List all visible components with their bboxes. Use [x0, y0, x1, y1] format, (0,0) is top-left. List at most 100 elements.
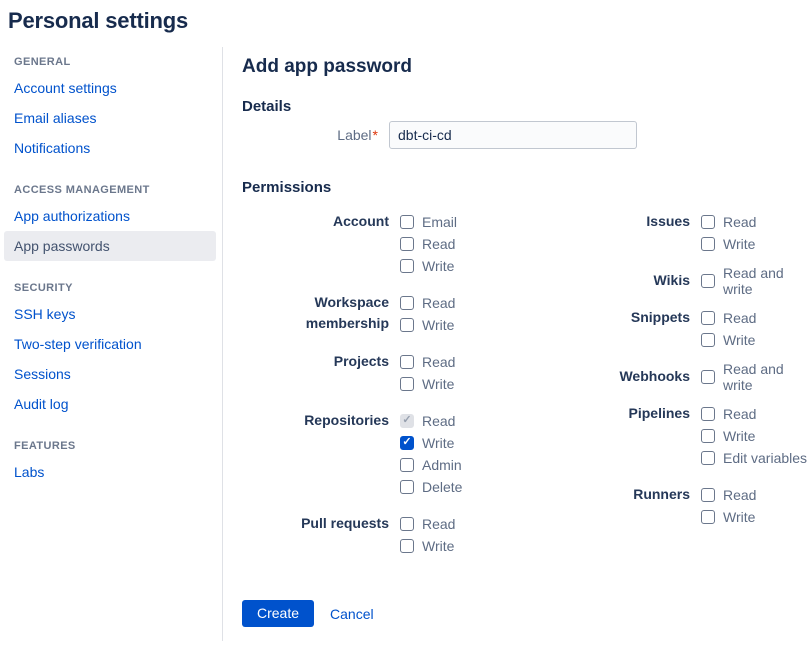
- checkbox-label: Delete: [422, 479, 462, 495]
- permission-account-email[interactable]: Email: [400, 211, 457, 232]
- checkbox-unchecked-icon[interactable]: [701, 407, 715, 421]
- checkbox-label: Read: [723, 487, 756, 503]
- checkbox-unchecked-icon[interactable]: [400, 377, 414, 391]
- permission-group-pipelines: PipelinesReadWriteEdit variables: [560, 403, 808, 469]
- checkbox-unchecked-icon[interactable]: [701, 370, 715, 384]
- checkbox-unchecked-icon[interactable]: [400, 215, 414, 229]
- permission-account-read[interactable]: Read: [400, 233, 457, 254]
- checkbox-label: Write: [422, 317, 454, 333]
- sidebar-item-email-aliases[interactable]: Email aliases: [4, 103, 216, 133]
- permissions-right-column: IssuesReadWriteWikisRead and writeSnippe…: [560, 211, 808, 572]
- permission-pull-requests-read[interactable]: Read: [400, 513, 455, 534]
- permission-workspace-membership-read[interactable]: Read: [400, 292, 455, 313]
- sidebar-item-two-step-verification[interactable]: Two-step verification: [4, 329, 216, 359]
- checkbox-label: Write: [723, 236, 755, 252]
- checkbox-unchecked-icon[interactable]: [400, 458, 414, 472]
- permission-pipelines-read[interactable]: Read: [701, 403, 807, 424]
- permission-pull-requests-write[interactable]: Write: [400, 535, 455, 556]
- permission-pipelines-write[interactable]: Write: [701, 425, 807, 446]
- checkbox-label: Read: [422, 413, 455, 429]
- permission-repositories-write[interactable]: ✓Write: [400, 432, 462, 453]
- permission-projects-write[interactable]: Write: [400, 373, 455, 394]
- checkbox-label: Write: [723, 509, 755, 525]
- checkbox-label: Read and write: [723, 265, 808, 297]
- permission-group-items: Read Write: [701, 484, 756, 528]
- permission-webhooks-read-and-write[interactable]: Read and write: [701, 366, 808, 387]
- permission-snippets-write[interactable]: Write: [701, 329, 756, 350]
- checkbox-unchecked-icon[interactable]: [701, 333, 715, 347]
- label-input[interactable]: [389, 121, 637, 149]
- permission-pipelines-edit-variables[interactable]: Edit variables: [701, 447, 807, 468]
- permission-group-label-pull-requests: Pull requests: [242, 513, 389, 557]
- checkbox-unchecked-icon[interactable]: [701, 451, 715, 465]
- checkbox-unchecked-icon[interactable]: [701, 311, 715, 325]
- permission-runners-write[interactable]: Write: [701, 506, 756, 527]
- form-actions: Create Cancel: [242, 600, 808, 627]
- permission-snippets-read[interactable]: Read: [701, 307, 756, 328]
- checkbox-label: Read: [422, 516, 455, 532]
- sidebar-section-heading-general: GENERAL: [14, 55, 210, 69]
- permissions-left-column: AccountEmailReadWriteWorkspace membershi…: [242, 211, 560, 572]
- checkbox-unchecked-icon[interactable]: [701, 488, 715, 502]
- cancel-link[interactable]: Cancel: [330, 606, 374, 622]
- checkbox-label: Read: [422, 236, 455, 252]
- permissions-heading: Permissions: [242, 177, 808, 198]
- permission-group-items: Read Write: [400, 513, 455, 557]
- sidebar-item-notifications[interactable]: Notifications: [4, 133, 216, 163]
- checkbox-label: Email: [422, 214, 457, 230]
- checkbox-unchecked-icon[interactable]: [400, 480, 414, 494]
- checkbox-unchecked-icon[interactable]: [701, 237, 715, 251]
- permission-group-items: Read and write: [701, 366, 808, 388]
- sidebar-item-app-passwords[interactable]: App passwords: [4, 231, 216, 261]
- main-heading: Add app password: [242, 54, 808, 80]
- permissions-columns: AccountEmailReadWriteWorkspace membershi…: [242, 211, 808, 572]
- checkbox-unchecked-icon[interactable]: [701, 429, 715, 443]
- permission-repositories-delete[interactable]: Delete: [400, 476, 462, 497]
- checkbox-unchecked-icon[interactable]: [400, 517, 414, 531]
- checkbox-unchecked-icon[interactable]: [400, 318, 414, 332]
- details-heading: Details: [242, 96, 808, 117]
- sidebar-item-audit-log[interactable]: Audit log: [4, 389, 216, 419]
- permission-group-label-runners: Runners: [560, 484, 690, 528]
- permission-projects-read[interactable]: Read: [400, 351, 455, 372]
- sidebar-nav: GENERAL Account settingsEmail aliasesNoti…: [0, 47, 222, 641]
- permission-group-items: Read Write: [701, 211, 756, 255]
- checkbox-unchecked-icon[interactable]: [400, 355, 414, 369]
- checkbox-label: Read: [723, 214, 756, 230]
- permission-issues-write[interactable]: Write: [701, 233, 756, 254]
- create-button[interactable]: Create: [242, 600, 314, 627]
- permission-group-items: Read Write Edit variables: [701, 403, 807, 469]
- checkbox-label: Read and write: [723, 361, 808, 393]
- checkbox-checked-icon[interactable]: ✓: [400, 436, 414, 450]
- permission-workspace-membership-write[interactable]: Write: [400, 314, 455, 335]
- checkbox-unchecked-icon[interactable]: [400, 539, 414, 553]
- checkbox-unchecked-icon[interactable]: [701, 215, 715, 229]
- permission-group-webhooks: Webhooks Read and write: [560, 366, 808, 388]
- sidebar-item-app-authorizations[interactable]: App authorizations: [4, 201, 216, 231]
- permission-runners-read[interactable]: Read: [701, 484, 756, 505]
- permission-group-pull-requests: Pull requests Read Write: [242, 513, 560, 557]
- permission-group-label-snippets: Snippets: [560, 307, 690, 351]
- sidebar-item-sessions[interactable]: Sessions: [4, 359, 216, 389]
- sidebar-item-labs[interactable]: Labs: [4, 457, 216, 487]
- checkbox-label: Read: [422, 354, 455, 370]
- label-form-row: Label*: [242, 121, 808, 149]
- checkbox-unchecked-icon[interactable]: [400, 237, 414, 251]
- label-field-label: Label*: [242, 127, 378, 143]
- checkbox-label: Read: [723, 406, 756, 422]
- permission-issues-read[interactable]: Read: [701, 211, 756, 232]
- sidebar-item-account-settings[interactable]: Account settings: [4, 73, 216, 103]
- sidebar-item-ssh-keys[interactable]: SSH keys: [4, 299, 216, 329]
- checkbox-unchecked-icon[interactable]: [701, 510, 715, 524]
- permission-group-items: Read Write: [400, 351, 455, 395]
- permission-repositories-admin[interactable]: Admin: [400, 454, 462, 475]
- checkbox-label: Write: [723, 428, 755, 444]
- permission-account-write[interactable]: Write: [400, 255, 457, 276]
- checkbox-label: Write: [422, 538, 454, 554]
- permission-group-label-webhooks: Webhooks: [560, 366, 690, 388]
- checkbox-unchecked-icon[interactable]: [400, 296, 414, 310]
- permission-group-runners: Runners Read Write: [560, 484, 808, 528]
- checkbox-unchecked-icon[interactable]: [400, 259, 414, 273]
- checkbox-unchecked-icon[interactable]: [701, 274, 715, 288]
- permission-wikis-read-and-write[interactable]: Read and write: [701, 270, 808, 291]
